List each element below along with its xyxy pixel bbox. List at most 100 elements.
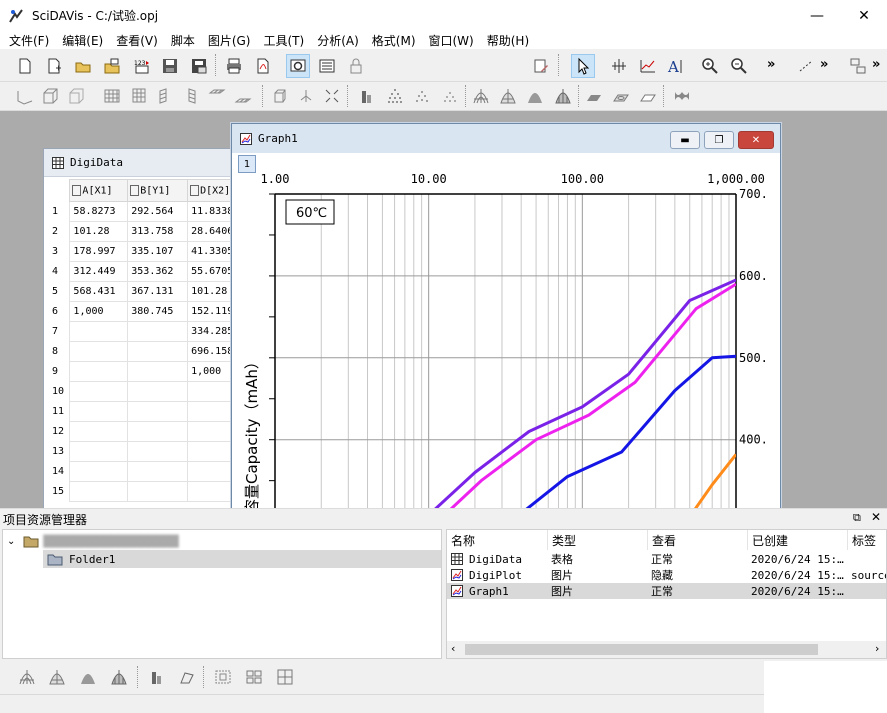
table-cell[interactable] <box>69 361 129 382</box>
project-explorer-icon[interactable] <box>286 54 310 78</box>
pointer-icon[interactable] <box>571 54 595 78</box>
collapse-arrow-icon[interactable]: ⌄ <box>7 536 15 547</box>
menu-tools[interactable]: 工具(T) <box>258 32 312 49</box>
floor-isolines-icon[interactable] <box>611 86 631 106</box>
table-row[interactable]: 3 178.997 335.107 41.3305 <box>48 241 244 262</box>
graph-restore-button[interactable]: ❐ <box>704 131 734 149</box>
maximize-button[interactable] <box>795 0 841 31</box>
fit-frame-icon[interactable] <box>322 86 342 106</box>
wireframe-icon[interactable] <box>471 86 491 106</box>
dots-3d-icon[interactable] <box>440 86 460 106</box>
table-cell[interactable]: 367.131 <box>127 281 189 302</box>
menu-graph[interactable]: 图片(G) <box>202 32 258 49</box>
table-cell[interactable] <box>127 421 189 442</box>
table-cell[interactable]: 101.28 <box>69 221 129 242</box>
list-col-created[interactable]: 已创建 <box>748 530 848 550</box>
grid-back-icon[interactable] <box>129 86 149 106</box>
edit-function-icon[interactable] <box>531 56 551 76</box>
table-window-digidata[interactable]: DigiData A[X1] B[Y1] D[X2] 1 58.8273 292.5… <box>43 148 244 508</box>
floor-empty-icon[interactable] <box>638 86 658 106</box>
grid-right-icon[interactable] <box>180 86 200 106</box>
bar-surface-icon[interactable] <box>146 667 166 687</box>
table-cell[interactable]: 312.449 <box>69 261 129 282</box>
temperature-label-box[interactable]: 60℃ <box>285 199 335 225</box>
table-row[interactable]: 14 <box>48 461 244 482</box>
table-cell[interactable]: 1,000 <box>69 301 129 322</box>
save-project-icon[interactable] <box>160 56 180 76</box>
open-template-icon[interactable] <box>102 56 122 76</box>
table-row[interactable]: 9 1,000 <box>48 361 244 382</box>
menu-script[interactable]: 脚本 <box>165 32 202 49</box>
table-cell[interactable] <box>127 341 189 362</box>
horizontal-scrollbar[interactable]: ‹ › <box>447 641 886 658</box>
graph-close-button[interactable]: ✕ <box>738 131 774 149</box>
table-cell[interactable]: 568.431 <box>69 281 129 302</box>
table-row[interactable]: 6 1,000 380.745 152.119 <box>48 301 244 322</box>
scroll-left-icon[interactable]: ‹ <box>451 642 455 655</box>
table-cell[interactable] <box>69 481 129 502</box>
menu-view[interactable]: 查看(V) <box>110 32 165 49</box>
color-map-icon[interactable] <box>244 667 264 687</box>
graph-window-graph1[interactable]: Graph1 ▬ ❐ ✕ 1 1.00 10.00 100.00 1,000.00 70… <box>231 123 781 508</box>
new-table-icon[interactable] <box>44 56 64 76</box>
list-col-name[interactable]: 名称 <box>447 530 548 550</box>
toolbar-overflow-button[interactable]: » <box>767 57 775 72</box>
undock-icon[interactable]: ⧉ <box>853 511 861 525</box>
box-icon[interactable] <box>66 86 86 106</box>
list-row-graph1[interactable]: Graph1 图片 正常 2020/6/24 15:… <box>447 583 886 599</box>
table-cell[interactable] <box>127 481 189 502</box>
table-row[interactable]: 2 101.28 313.758 28.6406 <box>48 221 244 242</box>
table-cell[interactable] <box>127 361 189 382</box>
table-cell[interactable] <box>69 381 129 402</box>
zoom-out-icon[interactable] <box>729 56 749 76</box>
list-col-label[interactable]: 标签 <box>848 530 886 550</box>
table-row[interactable]: 15 <box>48 481 244 502</box>
mesh-surface-icon[interactable] <box>109 667 129 687</box>
table-row[interactable]: 8 696.158 <box>48 341 244 362</box>
animation-icon[interactable] <box>672 86 692 106</box>
scroll-right-icon[interactable]: › <box>875 642 879 655</box>
tree-folder-item[interactable]: Folder1 <box>43 550 441 568</box>
gray-map-icon[interactable] <box>275 667 295 687</box>
table-cell[interactable] <box>127 401 189 422</box>
explorer-close-icon[interactable]: ✕ <box>871 510 881 524</box>
table-cell[interactable] <box>69 461 129 482</box>
menu-edit[interactable]: 编辑(E) <box>56 32 110 49</box>
table-cell[interactable] <box>69 341 129 362</box>
table-cell[interactable] <box>127 441 189 462</box>
cone-surface-icon[interactable] <box>177 667 197 687</box>
table-row[interactable]: 4 312.449 353.362 55.6705 <box>48 261 244 282</box>
column-header-b[interactable]: B[Y1] <box>127 179 189 202</box>
grid-front-icon[interactable] <box>102 86 122 106</box>
bars-3d-icon[interactable] <box>356 86 376 106</box>
table-row[interactable]: 13 <box>48 441 244 462</box>
plot-area[interactable]: 1.00 10.00 100.00 1,000.00700.600.500.400. … <box>232 154 780 508</box>
menu-file[interactable]: 文件(F) <box>3 32 56 49</box>
table-cell[interactable]: 58.8273 <box>69 201 129 222</box>
graph-minimize-button[interactable]: ▬ <box>670 131 700 149</box>
select-data-range-icon[interactable] <box>638 56 658 76</box>
table-cell[interactable] <box>69 321 129 342</box>
table-cell[interactable] <box>69 441 129 462</box>
menu-format[interactable]: 格式(M) <box>366 32 423 49</box>
table-cell[interactable]: 292.564 <box>127 201 189 222</box>
results-log-icon[interactable] <box>317 56 337 76</box>
zoom-in-icon[interactable] <box>700 56 720 76</box>
save-as-icon[interactable] <box>189 56 209 76</box>
table-cell[interactable]: 335.107 <box>127 241 189 262</box>
table-cell[interactable]: 380.745 <box>127 301 189 322</box>
table-row[interactable]: 12 <box>48 421 244 442</box>
table-cell[interactable]: 178.997 <box>69 241 129 262</box>
toolbar-overflow-button-3[interactable]: » <box>872 57 880 72</box>
list-row-digiplot[interactable]: DigiPlot 图片 隐藏 2020/6/24 15:… source <box>447 567 886 583</box>
table-cell[interactable] <box>127 461 189 482</box>
column-header-a[interactable]: A[X1] <box>69 179 129 202</box>
hidden-line-surface-icon[interactable] <box>47 667 67 687</box>
grid-floor-icon[interactable] <box>233 86 253 106</box>
toolbar-overflow-button-2[interactable]: » <box>820 57 828 72</box>
menu-window[interactable]: 窗口(W) <box>423 32 481 49</box>
list-row-digidata[interactable]: DigiData 表格 正常 2020/6/24 15:… <box>447 551 886 567</box>
export-pdf-icon[interactable] <box>253 56 273 76</box>
polygon-style-icon[interactable] <box>525 86 545 106</box>
data-reader-icon[interactable] <box>609 56 629 76</box>
